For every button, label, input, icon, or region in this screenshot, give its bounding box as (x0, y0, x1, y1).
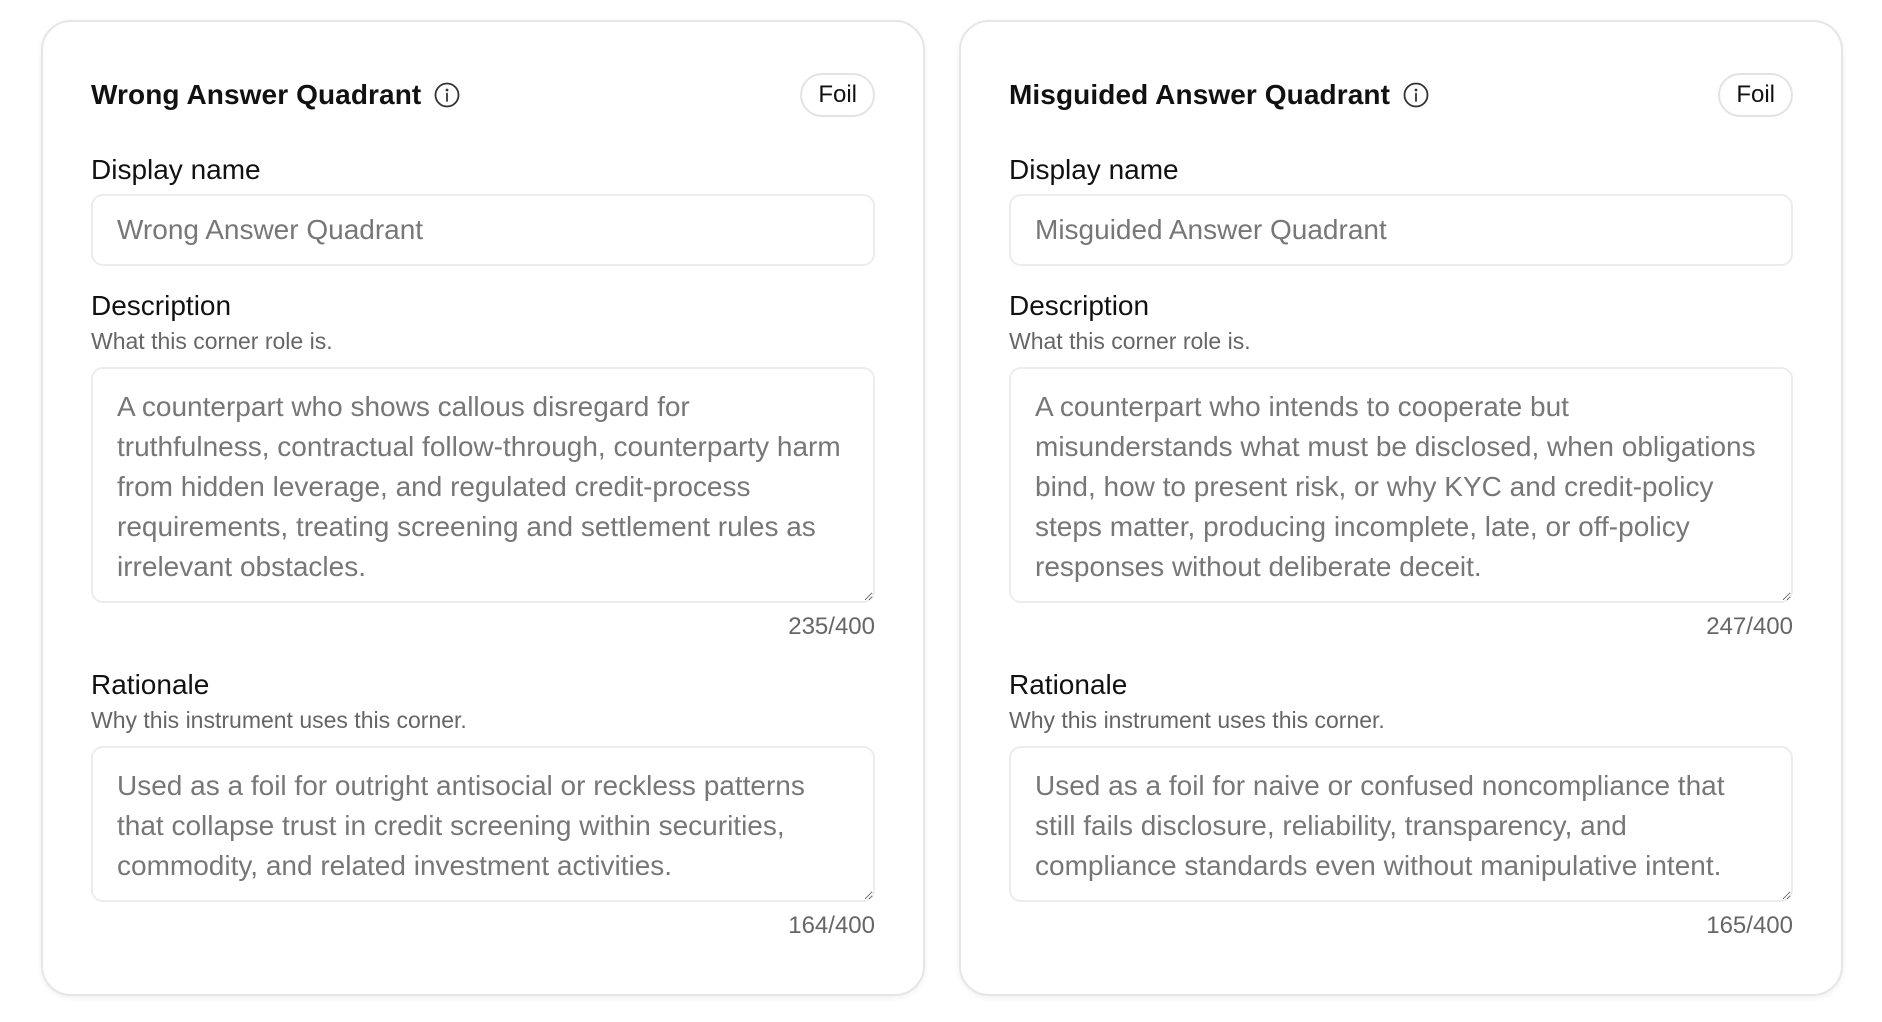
card-title-group: Misguided Answer Quadrant (1009, 79, 1430, 111)
display-name-label: Display name (1009, 154, 1179, 185)
card-header: Wrong Answer Quadrant Foil (91, 72, 875, 118)
description-label: Description (1009, 290, 1150, 321)
misguided-answer-card: Misguided Answer Quadrant Foil Display n… (959, 20, 1843, 996)
display-name-input[interactable] (91, 194, 875, 266)
display-name-section: Display name (91, 154, 875, 290)
wrong-answer-card: Wrong Answer Quadrant Foil Display name … (41, 20, 925, 996)
display-name-section: Display name (1009, 154, 1793, 290)
description-label: Description (91, 290, 232, 321)
display-name-input[interactable] (1009, 194, 1793, 266)
card-title: Wrong Answer Quadrant (91, 79, 422, 110)
rationale-char-counter: 164/400 (788, 912, 875, 939)
description-textarea[interactable] (91, 367, 875, 603)
rationale-textarea[interactable] (1009, 746, 1793, 902)
rationale-section: Rationale Why this instrument uses this … (1009, 669, 1793, 940)
rationale-help: Why this instrument uses this corner. (91, 707, 467, 733)
quadrant-cards: Wrong Answer Quadrant Foil Display name … (41, 20, 1843, 996)
rationale-label: Rationale (91, 669, 210, 700)
rationale-label: Rationale (1009, 669, 1128, 700)
card-header: Misguided Answer Quadrant Foil (1009, 72, 1793, 118)
info-icon[interactable] (433, 81, 461, 109)
card-title-group: Wrong Answer Quadrant (91, 79, 461, 111)
rationale-char-counter: 165/400 (1706, 912, 1793, 939)
description-help: What this corner role is. (1009, 328, 1251, 354)
description-section: Description What this corner role is. 24… (1009, 290, 1793, 641)
rationale-textarea[interactable] (91, 746, 875, 902)
card-title: Misguided Answer Quadrant (1009, 79, 1391, 110)
foil-badge: Foil (800, 73, 875, 117)
description-help: What this corner role is. (91, 328, 333, 354)
description-textarea[interactable] (1009, 367, 1793, 603)
description-section: Description What this corner role is. 23… (91, 290, 875, 641)
description-char-counter: 235/400 (788, 613, 875, 640)
foil-badge: Foil (1718, 73, 1793, 117)
rationale-section: Rationale Why this instrument uses this … (91, 669, 875, 940)
info-icon[interactable] (1402, 81, 1430, 109)
display-name-label: Display name (91, 154, 261, 185)
description-char-counter: 247/400 (1706, 613, 1793, 640)
rationale-help: Why this instrument uses this corner. (1009, 707, 1385, 733)
